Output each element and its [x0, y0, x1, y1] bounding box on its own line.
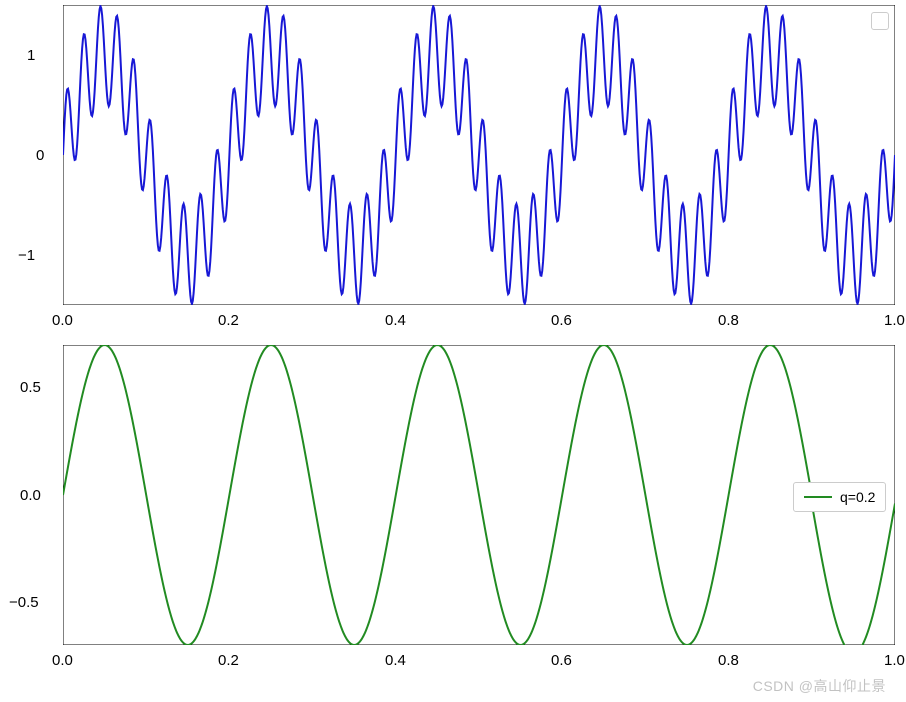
top-xtick-3: 0.6 — [551, 312, 572, 329]
bottom-ytick-label-neg: −0.5 — [9, 594, 39, 611]
bottom-plot-svg — [63, 345, 895, 645]
bottom-xtick-1: 0.2 — [218, 652, 239, 669]
bottom-xtick-2: 0.4 — [385, 652, 406, 669]
bottom-xtick-5: 1.0 — [884, 652, 905, 669]
top-ytick-label-neg1: −1 — [18, 247, 35, 264]
bottom-xtick-0: 0.0 — [52, 652, 73, 669]
top-xtick-0: 0.0 — [52, 312, 73, 329]
bottom-xtick-4: 0.8 — [718, 652, 739, 669]
bottom-legend: q=0.2 — [793, 482, 886, 512]
top-xtick-2: 0.4 — [385, 312, 406, 329]
bottom-ytick-label-zero: 0.0 — [20, 487, 41, 504]
watermark: CSDN @高山仰止景 — [753, 676, 886, 696]
top-xtick-5: 1.0 — [884, 312, 905, 329]
legend-swatch — [804, 496, 832, 498]
top-plot — [63, 5, 895, 305]
top-ytick-label-0: 0 — [36, 147, 44, 164]
top-plot-svg — [63, 5, 895, 305]
bottom-ytick-label-pos: 0.5 — [20, 379, 41, 396]
bottom-series-line — [63, 345, 895, 645]
top-xtick-1: 0.2 — [218, 312, 239, 329]
top-ytick-label-1: 1 — [27, 47, 35, 64]
top-legend — [871, 12, 889, 30]
bottom-plot — [63, 345, 895, 645]
top-series-line — [63, 6, 895, 304]
top-xtick-4: 0.8 — [718, 312, 739, 329]
bottom-xtick-3: 0.6 — [551, 652, 572, 669]
legend-label: q=0.2 — [840, 489, 875, 505]
